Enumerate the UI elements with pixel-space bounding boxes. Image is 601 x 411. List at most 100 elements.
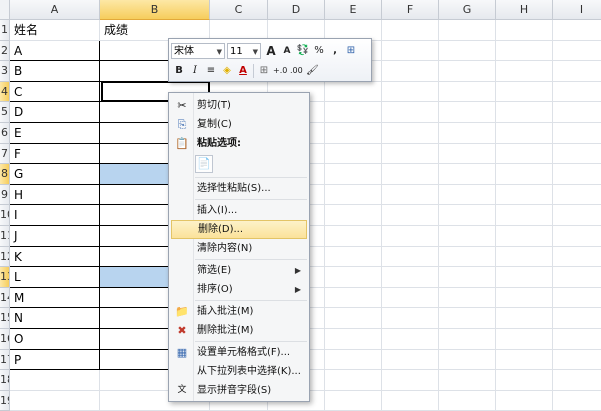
cell-g3[interactable] [439, 61, 496, 82]
cell-g9[interactable] [439, 184, 496, 206]
cell-i17[interactable] [553, 350, 601, 371]
menu-item-show-phonetic[interactable]: 文 显示拼音字段(S) [171, 381, 307, 400]
cell-f1[interactable] [382, 20, 439, 41]
decrease-decimal-button[interactable]: .00 [289, 63, 303, 79]
cell-a5[interactable]: D [10, 102, 100, 123]
cell-f5[interactable] [382, 102, 439, 123]
cell-f3[interactable] [382, 61, 439, 82]
column-header-i[interactable]: I [553, 0, 601, 20]
cell-i13[interactable] [553, 267, 601, 288]
cell-g6[interactable] [439, 123, 496, 144]
menu-item-format-cells[interactable]: ▦ 设置单元格格式(F)... [171, 343, 307, 362]
cell-f15[interactable] [382, 308, 439, 329]
cell-h4[interactable] [496, 81, 553, 103]
cell-h15[interactable] [496, 308, 553, 329]
row-header[interactable]: 2 [0, 40, 10, 62]
align-center-icon[interactable]: ≡ [204, 63, 218, 79]
cell-f18[interactable] [382, 370, 439, 391]
cell-i1[interactable] [553, 20, 601, 41]
cell-h10[interactable] [496, 205, 553, 226]
menu-item-insert[interactable]: 插入(I)... [171, 201, 307, 220]
row-header[interactable]: 16 [0, 329, 10, 350]
cell-a10[interactable]: I [10, 205, 100, 226]
row-header[interactable]: 5 [0, 102, 10, 123]
cell-g15[interactable] [439, 308, 496, 329]
cell-g5[interactable] [439, 102, 496, 123]
column-header-b[interactable]: B [100, 0, 210, 20]
bold-button[interactable]: B [172, 63, 186, 79]
cell-f11[interactable] [382, 226, 439, 247]
cell-g7[interactable] [439, 143, 496, 165]
row-header[interactable]: 10 [0, 205, 10, 226]
grow-font-button[interactable]: A [264, 43, 278, 59]
select-all-corner[interactable] [0, 0, 10, 20]
cell-f10[interactable] [382, 205, 439, 226]
cell-f13[interactable] [382, 267, 439, 288]
cell-f2[interactable] [382, 40, 439, 62]
cell-a6[interactable]: E [10, 123, 100, 144]
cell-i12[interactable] [553, 247, 601, 268]
cell-i8[interactable] [553, 164, 601, 185]
cell-e19[interactable] [325, 390, 382, 411]
cell-h14[interactable] [496, 287, 553, 309]
cell-e9[interactable] [325, 184, 382, 206]
cell-a16[interactable]: O [10, 329, 100, 350]
row-header[interactable]: 11 [0, 226, 10, 247]
cell-g12[interactable] [439, 246, 496, 268]
cell-e5[interactable] [325, 102, 382, 123]
column-header-f[interactable]: F [382, 0, 439, 20]
cell-f16[interactable] [382, 329, 439, 350]
row-header[interactable]: 19 [0, 390, 10, 411]
cell-a8[interactable]: G [10, 164, 100, 185]
cell-i18[interactable] [553, 370, 601, 391]
cell-i5[interactable] [553, 102, 601, 123]
column-header-g[interactable]: G [439, 0, 496, 20]
cell-e13[interactable] [325, 267, 382, 288]
row-header[interactable]: 8 [0, 164, 10, 185]
shrink-font-button[interactable]: A [280, 43, 294, 59]
cell-a18[interactable] [10, 370, 100, 391]
italic-button[interactable]: I [188, 63, 202, 79]
cell-i7[interactable] [553, 144, 601, 165]
column-header-c[interactable]: C [210, 0, 268, 20]
cell-a3[interactable]: B [10, 61, 100, 82]
cell-i10[interactable] [553, 205, 601, 226]
cell-i14[interactable] [553, 288, 601, 309]
cell-g19[interactable] [439, 390, 496, 411]
borders-icon[interactable]: ⊞ [257, 63, 271, 79]
cell-g11[interactable] [439, 226, 496, 247]
cell-a15[interactable]: N [10, 308, 100, 329]
comma-style-button[interactable]: , [328, 43, 342, 59]
cell-g2[interactable] [439, 40, 496, 62]
cell-f4[interactable] [382, 81, 439, 103]
cell-g13[interactable] [439, 267, 496, 288]
cell-i16[interactable] [553, 329, 601, 350]
cell-f14[interactable] [382, 287, 439, 309]
row-header[interactable]: 3 [0, 61, 10, 82]
menu-item-sort[interactable]: 排序(O) ▶ [171, 280, 307, 299]
row-header[interactable]: 4 [0, 81, 10, 103]
format-painter-icon[interactable]: 🖌 [305, 63, 319, 79]
percent-style-button[interactable]: % [312, 43, 326, 59]
cell-f17[interactable] [382, 349, 439, 371]
menu-item-insert-comment[interactable]: 📁 插入批注(M) [171, 302, 307, 321]
row-header[interactable]: 1 [0, 20, 10, 41]
cell-g17[interactable] [439, 349, 496, 371]
cell-g8[interactable] [439, 164, 496, 185]
cell-h6[interactable] [496, 123, 553, 144]
cell-a7[interactable]: F [10, 143, 100, 165]
column-header-a[interactable]: A [10, 0, 100, 20]
cell-h9[interactable] [496, 184, 553, 206]
cell-i6[interactable] [553, 123, 601, 144]
row-header[interactable]: 15 [0, 308, 10, 329]
column-header-e[interactable]: E [325, 0, 382, 20]
cell-e7[interactable] [325, 143, 382, 165]
cell-a12[interactable]: K [10, 246, 100, 268]
cell-a11[interactable]: J [10, 226, 100, 247]
cell-f12[interactable] [382, 246, 439, 268]
row-header[interactable]: 9 [0, 184, 10, 206]
row-header[interactable]: 13 [0, 267, 10, 288]
cell-a13[interactable]: L [10, 267, 100, 288]
merge-center-icon[interactable]: ⊞ [344, 43, 358, 59]
cell-h13[interactable] [496, 267, 553, 288]
